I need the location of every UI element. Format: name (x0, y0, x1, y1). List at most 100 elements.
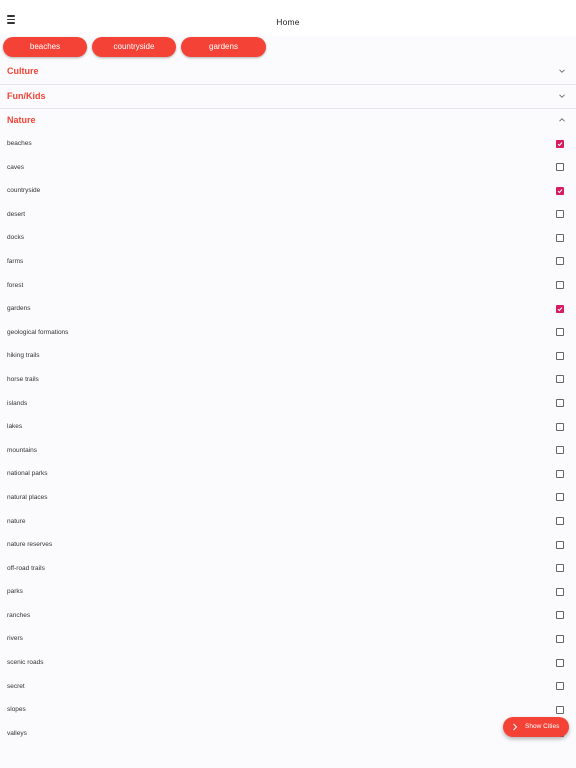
section-title: Culture (7, 66, 39, 76)
checkbox[interactable] (556, 422, 564, 431)
list-item-label: desert (7, 210, 26, 218)
list-item-label: ranches (7, 611, 31, 619)
list-item-label: nature reserves (7, 541, 53, 549)
list-item[interactable]: farms (0, 250, 576, 274)
checkbox[interactable] (556, 446, 564, 455)
list-item[interactable]: nature reserves (0, 533, 576, 557)
section-culture[interactable]: Culture (0, 60, 576, 84)
checkbox[interactable] (556, 682, 564, 691)
list-item-label: nature (7, 517, 26, 525)
nature-checkbox-list: beaches caves countryside desert docks farms f… (0, 132, 576, 745)
checkbox[interactable] (556, 634, 564, 643)
app-screen: Home beaches countryside gardens Culture… (0, 0, 576, 768)
checkbox[interactable] (556, 587, 564, 596)
list-item-label: horse trails (7, 375, 39, 383)
list-item[interactable]: slopes (0, 698, 576, 722)
checkmark-icon (557, 306, 563, 311)
list-item-label: docks (7, 234, 24, 242)
checkbox[interactable] (556, 281, 564, 290)
list-item-label: scenic roads (7, 659, 44, 667)
checkbox[interactable] (556, 233, 564, 242)
list-item-label: slopes (7, 706, 26, 714)
section-nature[interactable]: Nature (0, 109, 576, 133)
section-title: Nature (7, 115, 36, 125)
checkbox[interactable] (556, 186, 564, 195)
chevron-right-icon (513, 723, 518, 731)
checkbox[interactable] (556, 399, 564, 408)
list-item[interactable]: geological formations (0, 321, 576, 345)
list-item-label: caves (7, 163, 24, 171)
checkbox[interactable] (556, 210, 564, 219)
chip-countryside[interactable]: countryside (92, 37, 176, 57)
checkbox[interactable] (556, 705, 564, 714)
list-item[interactable]: mountains (0, 439, 576, 463)
list-item[interactable]: islands (0, 392, 576, 416)
section-title: Fun/Kids (7, 91, 46, 101)
selected-filter-chips: beaches countryside gardens (0, 37, 576, 59)
list-item[interactable]: desert (0, 203, 576, 227)
checkbox[interactable] (556, 139, 564, 148)
checkbox[interactable] (556, 375, 564, 384)
checkbox[interactable] (556, 469, 564, 478)
list-item[interactable]: off-road trails (0, 557, 576, 581)
checkbox[interactable] (556, 257, 564, 266)
list-item[interactable]: rivers (0, 627, 576, 651)
list-item-label: off-road trails (7, 564, 45, 572)
checkmark-icon (557, 188, 563, 193)
list-item-label: lakes (7, 423, 23, 431)
checkbox[interactable] (556, 304, 564, 313)
list-item-label: beaches (7, 140, 32, 147)
chip-gardens[interactable]: gardens (181, 37, 266, 57)
page-title: Home (276, 17, 300, 27)
checkbox[interactable] (556, 328, 564, 337)
checkbox[interactable] (556, 163, 564, 172)
list-item-label: gardens (7, 305, 31, 313)
list-item[interactable]: parks (0, 580, 576, 604)
checkbox[interactable] (556, 493, 564, 502)
chip-beaches[interactable]: beaches (3, 37, 87, 57)
list-item-label: national parks (7, 470, 48, 478)
show-cities-label: Show Cities (525, 723, 560, 730)
checkbox[interactable] (556, 564, 564, 573)
checkmark-icon (557, 141, 563, 146)
show-cities-button[interactable]: Show Cities (503, 717, 569, 737)
list-item[interactable]: forest (0, 274, 576, 298)
list-item-label: valleys (7, 729, 27, 737)
list-item[interactable]: national parks (0, 462, 576, 486)
list-item[interactable]: beaches (0, 132, 576, 156)
list-item-label: parks (7, 588, 23, 596)
list-item[interactable]: secret (0, 675, 576, 699)
chevron-down-icon (559, 69, 565, 73)
list-item-label: secret (7, 682, 25, 690)
list-item[interactable]: horse trails (0, 368, 576, 392)
list-item[interactable]: ranches (0, 604, 576, 628)
chevron-down-icon (559, 94, 565, 98)
list-item[interactable]: caves (0, 156, 576, 180)
list-item[interactable]: docks (0, 226, 576, 250)
checkbox[interactable] (556, 540, 564, 549)
list-item[interactable]: gardens (0, 297, 576, 321)
list-item[interactable]: countryside (0, 179, 576, 203)
section-fun-kids[interactable]: Fun/Kids (0, 85, 576, 109)
list-item-label: islands (7, 399, 28, 407)
list-item-label: geological formations (7, 328, 69, 336)
list-item-label: hiking trails (7, 352, 40, 360)
list-item-label: farms (7, 257, 24, 265)
list-item-label: countryside (7, 187, 41, 195)
list-item-label: forest (7, 281, 24, 289)
list-item[interactable]: lakes (0, 415, 576, 439)
chevron-up-icon (559, 118, 565, 122)
top-app-bar: Home (0, 0, 576, 36)
checkbox[interactable] (556, 658, 564, 667)
checkbox[interactable] (556, 611, 564, 620)
list-item[interactable]: valleys (0, 722, 576, 746)
checkbox[interactable] (556, 517, 564, 525)
list-item-label: natural places (7, 493, 48, 501)
list-item[interactable]: hiking trails (0, 344, 576, 368)
list-item-label: rivers (7, 635, 23, 643)
list-item[interactable]: natural places (0, 486, 576, 510)
list-item[interactable]: nature (0, 510, 576, 534)
checkbox[interactable] (556, 351, 564, 360)
list-item[interactable]: scenic roads (0, 651, 576, 675)
list-item-label: mountains (7, 446, 37, 454)
